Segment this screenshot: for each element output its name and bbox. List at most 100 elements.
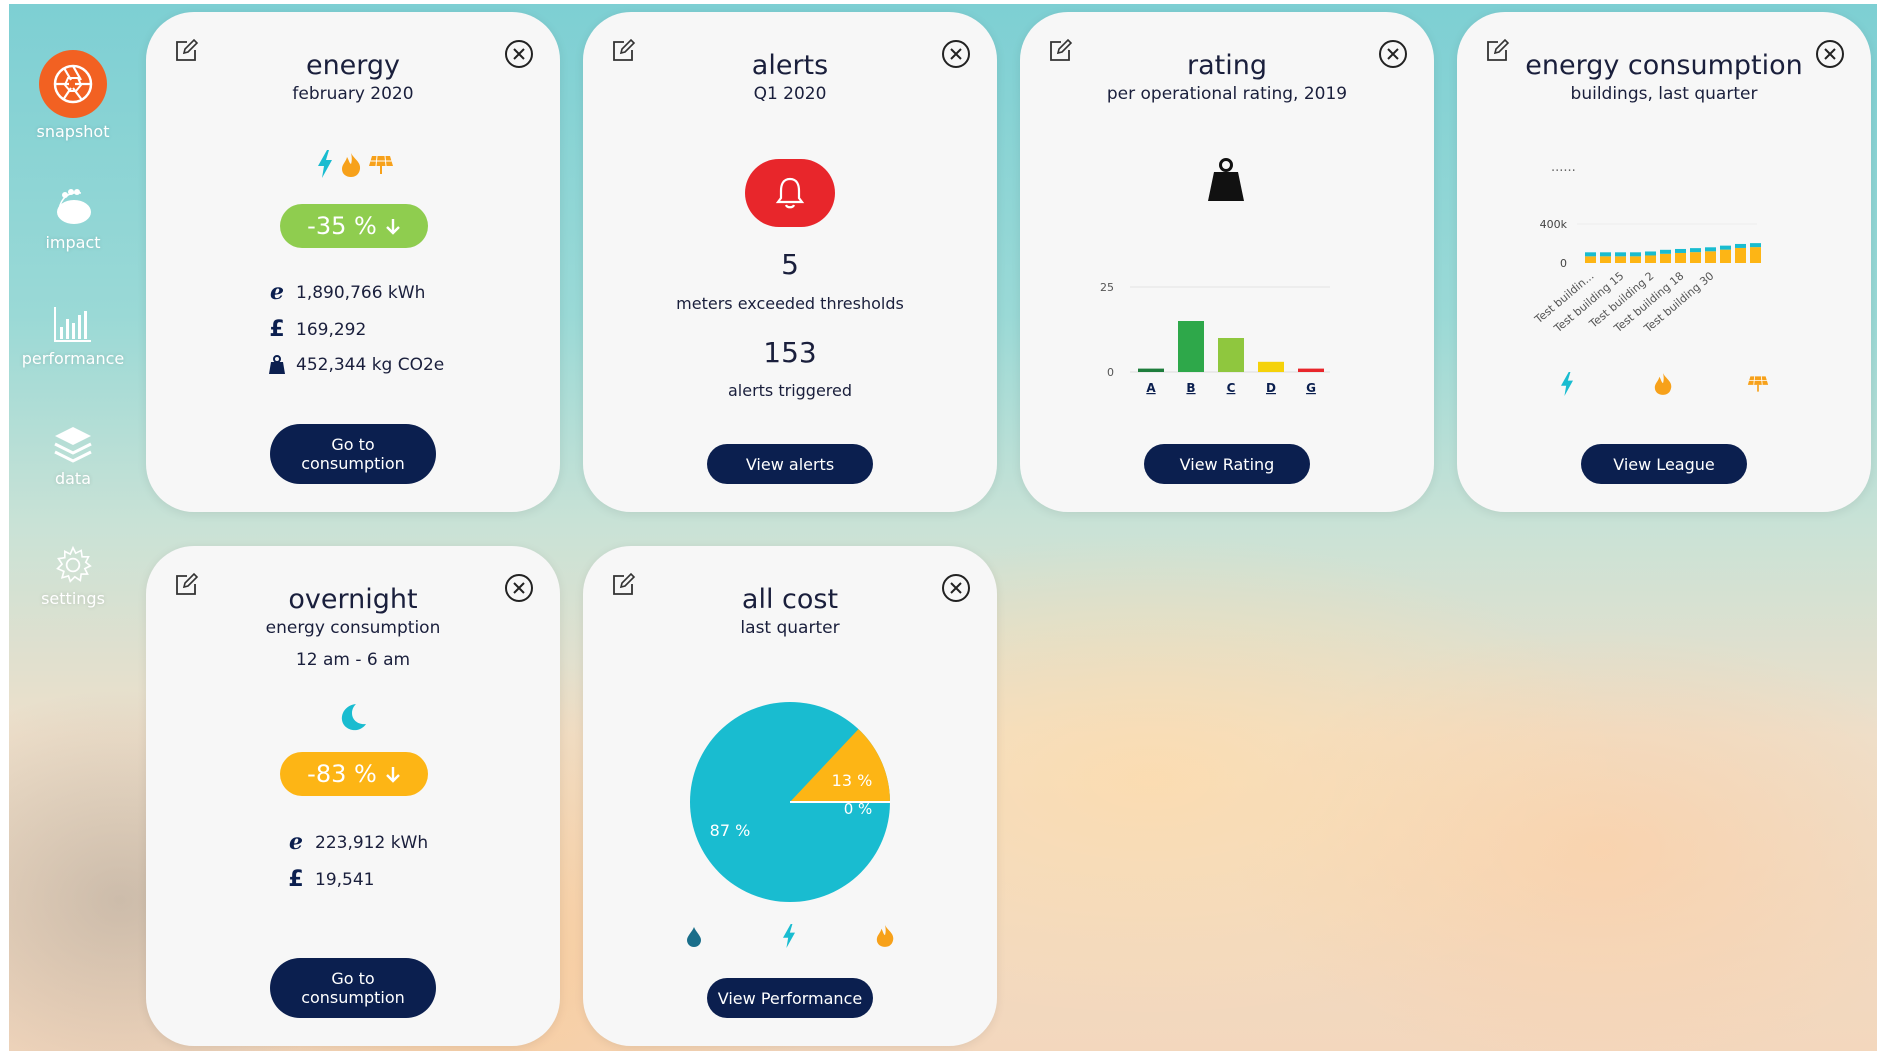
bar-segment [1750, 243, 1761, 248]
solar-panel-icon[interactable] [1747, 375, 1769, 393]
stat-value: 1,890,766 kWh [296, 282, 426, 303]
bar [1218, 338, 1244, 372]
bar-segment [1735, 243, 1746, 248]
go-to-consumption-button[interactable]: Go to consumption [270, 958, 436, 1018]
y-tick-label: 25 [1100, 281, 1114, 294]
overnight-card: overnight energy consumption 12 am - 6 a… [146, 546, 560, 1046]
view-alerts-button[interactable]: View alerts [707, 444, 873, 484]
bar [1258, 361, 1284, 372]
meters-count: 5 [781, 248, 799, 281]
edit-icon[interactable] [173, 38, 199, 64]
change-value: -83 % [307, 760, 377, 788]
arrow-down-icon [385, 767, 400, 783]
card-title: rating [1187, 50, 1267, 81]
bar-segment [1750, 247, 1761, 263]
edit-icon[interactable] [610, 38, 636, 64]
x-tick-label: A [1146, 381, 1156, 395]
bar-segment [1600, 256, 1611, 263]
nav-label-performance: performance [21, 349, 125, 368]
electricity-e-icon: ℯ [289, 830, 303, 855]
rating-card: rating per operational rating, 2019 0 25 A… [1020, 12, 1434, 512]
water-drop-icon[interactable] [686, 926, 702, 948]
go-to-consumption-button[interactable]: Go to consumption [270, 424, 436, 484]
bar-segment [1585, 256, 1596, 263]
close-icon[interactable] [1378, 39, 1408, 69]
layers-icon [54, 427, 92, 463]
alerts-card: alerts Q1 2020 5 meters exceeded thresho… [583, 12, 997, 512]
league-legend [1557, 372, 1777, 396]
close-icon[interactable] [941, 573, 971, 603]
nav-item-performance[interactable]: performance [9, 305, 137, 368]
x-tick-label: B [1186, 381, 1195, 395]
window-frame-top [0, 0, 1877, 4]
energy-card: energy february 2020 -35 % ℯ 1,890,766 k… [146, 12, 560, 512]
weight-icon [1208, 158, 1244, 201]
card-subtitle: energy consumption [265, 618, 441, 638]
nav-item-data[interactable]: data [9, 425, 137, 488]
bar-segment [1660, 249, 1671, 254]
bar-segment [1705, 247, 1716, 252]
bell-icon [775, 177, 805, 209]
shutter-icon [53, 64, 93, 104]
nav-label-impact: impact [45, 233, 101, 252]
meters-label: meters exceeded thresholds [676, 294, 904, 313]
alerts-label: alerts triggered [727, 381, 853, 400]
overnight-stat-kwh: ℯ 223,912 kWh [283, 830, 428, 855]
energy-change-badge: -35 % [280, 204, 428, 248]
bar-segment [1615, 252, 1626, 257]
card-title: overnight [288, 584, 418, 615]
time-range: 12 am - 6 am [295, 650, 411, 670]
card-subtitle: buildings, last quarter [1570, 84, 1758, 104]
close-icon[interactable] [1815, 39, 1845, 69]
bar-segment [1645, 251, 1656, 256]
overnight-change-badge: -83 % [280, 752, 428, 796]
bar-segment [1675, 248, 1686, 253]
view-rating-button[interactable]: View Rating [1144, 444, 1310, 484]
nav-label-data: data [54, 469, 92, 488]
nav-item-impact[interactable]: impact [9, 185, 137, 252]
footprint-icon [57, 189, 91, 224]
bar [1138, 368, 1164, 372]
x-tick-label: G [1306, 381, 1316, 395]
nav-item-snapshot[interactable]: snapshot [9, 50, 137, 141]
bar-segment [1645, 255, 1656, 263]
edit-icon[interactable] [173, 572, 199, 598]
bar-segment [1675, 252, 1686, 263]
bar [1298, 368, 1324, 372]
flame-icon[interactable] [1653, 372, 1673, 396]
nav-item-settings[interactable]: settings [9, 545, 137, 608]
arrow-down-icon [385, 219, 400, 235]
edit-icon[interactable] [610, 572, 636, 598]
bar-segment [1615, 256, 1626, 263]
cost-legend [683, 924, 903, 950]
pound-icon: £ [269, 317, 285, 342]
close-icon[interactable] [504, 39, 534, 69]
x-tick-label: D [1266, 381, 1276, 395]
pie-label: 87 % [710, 821, 751, 840]
bar-segment [1585, 252, 1596, 257]
chart-legend-dots: ...... [1551, 160, 1576, 175]
bar-segment [1690, 248, 1701, 253]
edit-icon[interactable] [1484, 38, 1510, 64]
electricity-e-icon: ℯ [270, 280, 284, 305]
x-tick-label: C [1227, 381, 1236, 395]
close-icon[interactable] [504, 573, 534, 603]
bar-segment [1720, 245, 1731, 250]
bolt-icon[interactable] [1559, 372, 1575, 396]
flame-icon[interactable] [875, 924, 895, 948]
pie-label: 13 % [832, 771, 873, 790]
pound-icon: £ [288, 867, 304, 892]
view-performance-button[interactable]: View Performance [707, 978, 873, 1018]
bar-segment [1630, 256, 1641, 263]
bolt-icon[interactable] [781, 924, 797, 948]
bar-segment [1705, 251, 1716, 263]
stat-value: 223,912 kWh [315, 832, 429, 853]
solar-panel-icon [369, 155, 393, 174]
co2-weight-icon [264, 355, 290, 375]
edit-icon[interactable] [1047, 38, 1073, 64]
view-league-button[interactable]: View League [1581, 444, 1747, 484]
close-icon[interactable] [941, 39, 971, 69]
bolt-icon [318, 150, 332, 178]
bar-segment [1720, 249, 1731, 263]
energy-stat-co2: 452,344 kg CO2e [264, 355, 444, 375]
